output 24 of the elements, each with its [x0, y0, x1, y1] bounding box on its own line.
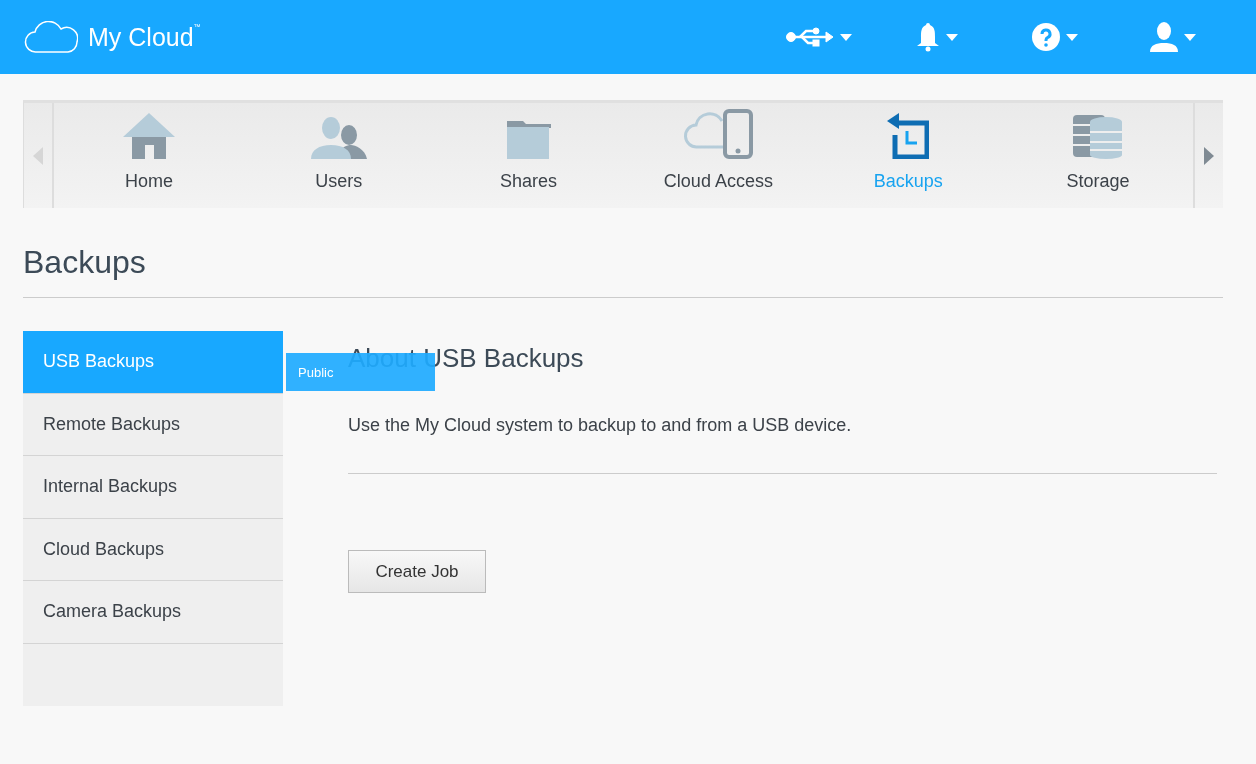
backup-clock-icon	[887, 113, 930, 159]
database-icon	[1073, 113, 1124, 159]
house-icon	[122, 113, 175, 159]
nav-tab[interactable]: Cloud Access	[623, 103, 814, 208]
create-job-button[interactable]: Create Job	[348, 550, 486, 593]
user-icon	[1150, 22, 1178, 52]
nav-tab[interactable]: Shares	[433, 103, 624, 208]
folder-icon	[506, 121, 551, 159]
nav-tab[interactable]: Users	[243, 103, 434, 208]
cloud-logo-icon	[24, 21, 78, 53]
caret-icon	[1066, 33, 1078, 41]
nav-tab[interactable]: Home	[54, 103, 244, 208]
right-arrow-icon[interactable]	[1204, 146, 1214, 165]
description-text: Use the My Cloud system to backup to and from a USB device.	[348, 415, 1217, 474]
page-title: Backups	[23, 244, 1223, 298]
caret-icon	[840, 33, 852, 41]
caret-icon	[946, 33, 958, 41]
cloud-phone-icon	[683, 109, 754, 159]
bell-icon	[916, 22, 940, 52]
nav-tab[interactable]: Storage	[1003, 103, 1193, 208]
help-icon	[1032, 23, 1060, 51]
usb-icon	[786, 25, 834, 49]
caret-icon	[1184, 33, 1196, 41]
users-icon	[310, 117, 367, 159]
